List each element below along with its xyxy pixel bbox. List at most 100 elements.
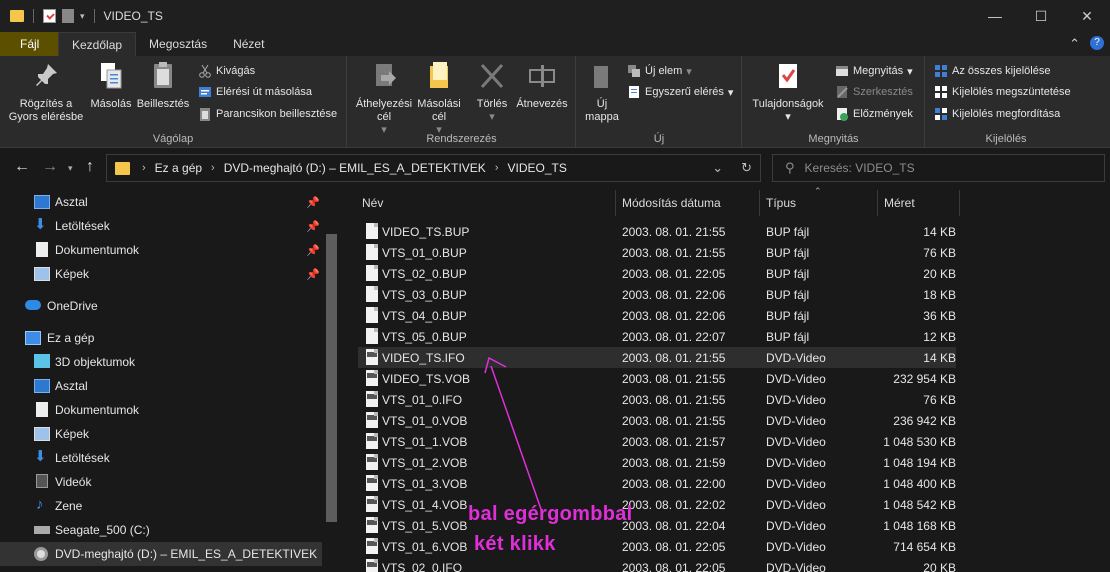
tab-view[interactable]: Nézet <box>220 32 277 56</box>
refresh-icon[interactable]: ↻ <box>741 160 752 176</box>
properties-label: Tulajdonságok <box>752 98 824 110</box>
properties-icon[interactable] <box>43 9 56 23</box>
column-header-type[interactable]: Típus <box>760 190 878 216</box>
invert-selection-button[interactable]: Kijelölés megfordítása <box>934 107 1060 121</box>
file-row[interactable]: VTS_01_0.VOB 2003. 08. 01. 21:55 DVD-Video… <box>358 410 956 431</box>
file-row[interactable]: VIDEO_TS.IFO 2003. 08. 01. 21:55 DVD-Video… <box>358 347 956 368</box>
paste-shortcut-button[interactable]: Parancsikon beillesztése <box>198 107 337 121</box>
pin-icon[interactable]: 📌 <box>306 244 320 257</box>
file-row[interactable]: VTS_01_3.VOB 2003. 08. 01. 22:00 DVD-Video… <box>358 473 956 494</box>
tab-home[interactable]: Kezdőlap <box>58 32 137 56</box>
pictures-icon <box>34 427 50 441</box>
select-all-icon <box>934 64 948 78</box>
pin-quick-access-button[interactable]: Rögzítés a Gyors elérésbe <box>6 60 86 124</box>
forward-arrow-icon[interactable]: → <box>42 158 58 176</box>
properties-button[interactable]: Tulajdonságok ▾ <box>747 60 829 124</box>
file-row[interactable]: VTS_01_4.VOB 2003. 08. 01. 22:02 DVD-Video… <box>358 494 956 515</box>
copy-button[interactable]: Másolás <box>88 60 134 111</box>
file-row[interactable]: VTS_02_0.IFO 2003. 08. 01. 22:05 DVD-Video… <box>358 557 956 572</box>
up-arrow-icon[interactable]: ↑ <box>86 158 94 176</box>
file-type: BUP fájl <box>766 330 810 344</box>
file-name: VTS_05_0.BUP <box>382 330 467 344</box>
file-type: DVD-Video <box>766 456 826 470</box>
file-type: BUP fájl <box>766 225 810 239</box>
sidebar-item-documents-pc[interactable]: Dokumentumok <box>0 398 322 422</box>
sidebar-scrollbar[interactable] <box>322 188 342 572</box>
chevron-right-icon[interactable]: › <box>211 162 215 174</box>
sidebar-item-documents[interactable]: Dokumentumok 📌 <box>0 238 322 262</box>
new-item-button[interactable]: Új elem ▾ <box>627 64 692 78</box>
column-header-size[interactable]: Méret <box>878 190 960 216</box>
new-folder-icon[interactable] <box>62 9 74 23</box>
column-header-date[interactable]: Módosítás dátuma <box>616 190 760 216</box>
sidebar-item-desktop[interactable]: Asztal 📌 <box>0 190 322 214</box>
file-row[interactable]: VTS_01_5.VOB 2003. 08. 01. 22:04 DVD-Video… <box>358 515 956 536</box>
breadcrumb-video-ts[interactable]: VIDEO_TS <box>507 161 566 175</box>
breadcrumb-dvd-drive[interactable]: DVD-meghajtó (D:) – EMIL_ES_A_DETEKTIVEK <box>224 161 486 175</box>
close-button[interactable]: ✕ <box>1064 0 1110 32</box>
address-bar[interactable]: › Ez a gép › DVD-meghajtó (D:) – EMIL_ES… <box>106 154 761 182</box>
sidebar-item-videos[interactable]: Videók <box>0 470 322 494</box>
select-all-button[interactable]: Az összes kijelölése <box>934 64 1050 78</box>
history-button[interactable]: Előzmények <box>835 107 913 121</box>
chevron-right-icon[interactable]: › <box>495 162 499 174</box>
copy-to-button[interactable]: Másolási cél ▾ <box>414 60 464 137</box>
breadcrumb-this-pc[interactable]: Ez a gép <box>155 161 202 175</box>
file-row[interactable]: VTS_01_6.VOB 2003. 08. 01. 22:05 DVD-Video… <box>358 536 956 557</box>
file-row[interactable]: VTS_04_0.BUP 2003. 08. 01. 22:06 BUP fájl 3… <box>358 305 956 326</box>
new-item-label: Új elem <box>645 65 683 77</box>
file-row[interactable]: VTS_05_0.BUP 2003. 08. 01. 22:07 BUP fájl 1… <box>358 326 956 347</box>
sidebar-item-drive-d[interactable]: DVD-meghajtó (D:) – EMIL_ES_A_DETEKTIVEK <box>0 542 322 566</box>
sidebar-item-music[interactable]: ♪ Zene <box>0 494 322 518</box>
select-none-button[interactable]: Kijelölés megszüntetése <box>934 85 1071 99</box>
dvd-video-file-icon <box>366 391 378 407</box>
chevron-down-icon[interactable]: ⌄ <box>712 160 723 176</box>
search-box[interactable]: ⚲ Keresés: VIDEO_TS <box>772 154 1105 182</box>
minimize-button[interactable]: — <box>972 0 1018 32</box>
recent-locations-icon[interactable]: ▾ <box>68 163 73 174</box>
sidebar-item-onedrive[interactable]: OneDrive <box>0 294 322 318</box>
file-row[interactable]: VTS_01_2.VOB 2003. 08. 01. 21:59 DVD-Video… <box>358 452 956 473</box>
chevron-right-icon[interactable]: › <box>142 162 146 174</box>
easy-access-button[interactable]: Egyszerű elérés ▾ <box>627 85 733 99</box>
move-to-button[interactable]: Áthelyezési cél ▾ <box>352 60 416 137</box>
collapse-ribbon-icon[interactable]: ⌃ <box>1069 36 1080 52</box>
cut-button[interactable]: Kivágás <box>198 64 255 78</box>
file-row[interactable]: VTS_01_0.BUP 2003. 08. 01. 21:55 BUP fájl 7… <box>358 242 956 263</box>
sidebar-item-3d-objects[interactable]: 3D objektumok <box>0 350 322 374</box>
pin-icon[interactable]: 📌 <box>306 196 320 209</box>
sidebar-item-pictures-pc[interactable]: Képek <box>0 422 322 446</box>
sidebar-item-pictures[interactable]: Képek 📌 <box>0 262 322 286</box>
rename-button[interactable]: Átnevezés <box>512 60 572 111</box>
file-row[interactable]: VTS_03_0.BUP 2003. 08. 01. 22:06 BUP fájl 1… <box>358 284 956 305</box>
rename-icon <box>527 60 557 92</box>
tab-share[interactable]: Megosztás <box>136 32 220 56</box>
sidebar-item-downloads-pc[interactable]: ⬇ Letöltések <box>0 446 322 470</box>
file-row[interactable]: VTS_01_1.VOB 2003. 08. 01. 21:57 DVD-Video… <box>358 431 956 452</box>
delete-button[interactable]: Törlés ▾ <box>472 60 512 124</box>
help-icon[interactable]: ? <box>1090 36 1104 50</box>
copy-path-button[interactable]: Elérési út másolása <box>198 85 312 99</box>
customize-toolbar-icon[interactable]: ▾ <box>80 11 85 22</box>
tab-file[interactable]: Fájl <box>0 32 58 56</box>
file-type: DVD-Video <box>766 540 826 554</box>
file-row[interactable]: VTS_02_0.BUP 2003. 08. 01. 22:05 BUP fájl 2… <box>358 263 956 284</box>
new-folder-button[interactable]: Új mappa <box>581 60 623 124</box>
file-row[interactable]: VTS_01_0.IFO 2003. 08. 01. 21:55 DVD-Video… <box>358 389 956 410</box>
sidebar-item-this-pc[interactable]: Ez a gép <box>0 326 322 350</box>
file-row[interactable]: VIDEO_TS.BUP 2003. 08. 01. 21:55 BUP fájl 1… <box>358 221 956 242</box>
file-size: 20 KB <box>923 267 956 281</box>
pin-icon[interactable]: 📌 <box>306 268 320 281</box>
sidebar-item-drive-c[interactable]: Seagate_500 (C:) <box>0 518 322 542</box>
maximize-button[interactable]: ☐ <box>1018 0 1064 32</box>
sidebar-item-downloads[interactable]: ⬇ Letöltések 📌 <box>0 214 322 238</box>
file-row[interactable]: VIDEO_TS.VOB 2003. 08. 01. 21:55 DVD-Video… <box>358 368 956 389</box>
pin-icon[interactable]: 📌 <box>306 220 320 233</box>
paste-button[interactable]: Beillesztés <box>136 60 190 111</box>
open-button[interactable]: Megnyitás ▾ <box>835 64 913 78</box>
back-arrow-icon[interactable]: ← <box>14 158 30 176</box>
edit-button[interactable]: Szerkesztés <box>835 85 913 99</box>
scrollbar-thumb[interactable] <box>326 234 337 522</box>
column-header-name[interactable]: Név <box>356 190 616 216</box>
sidebar-item-desktop-pc[interactable]: Asztal <box>0 374 322 398</box>
